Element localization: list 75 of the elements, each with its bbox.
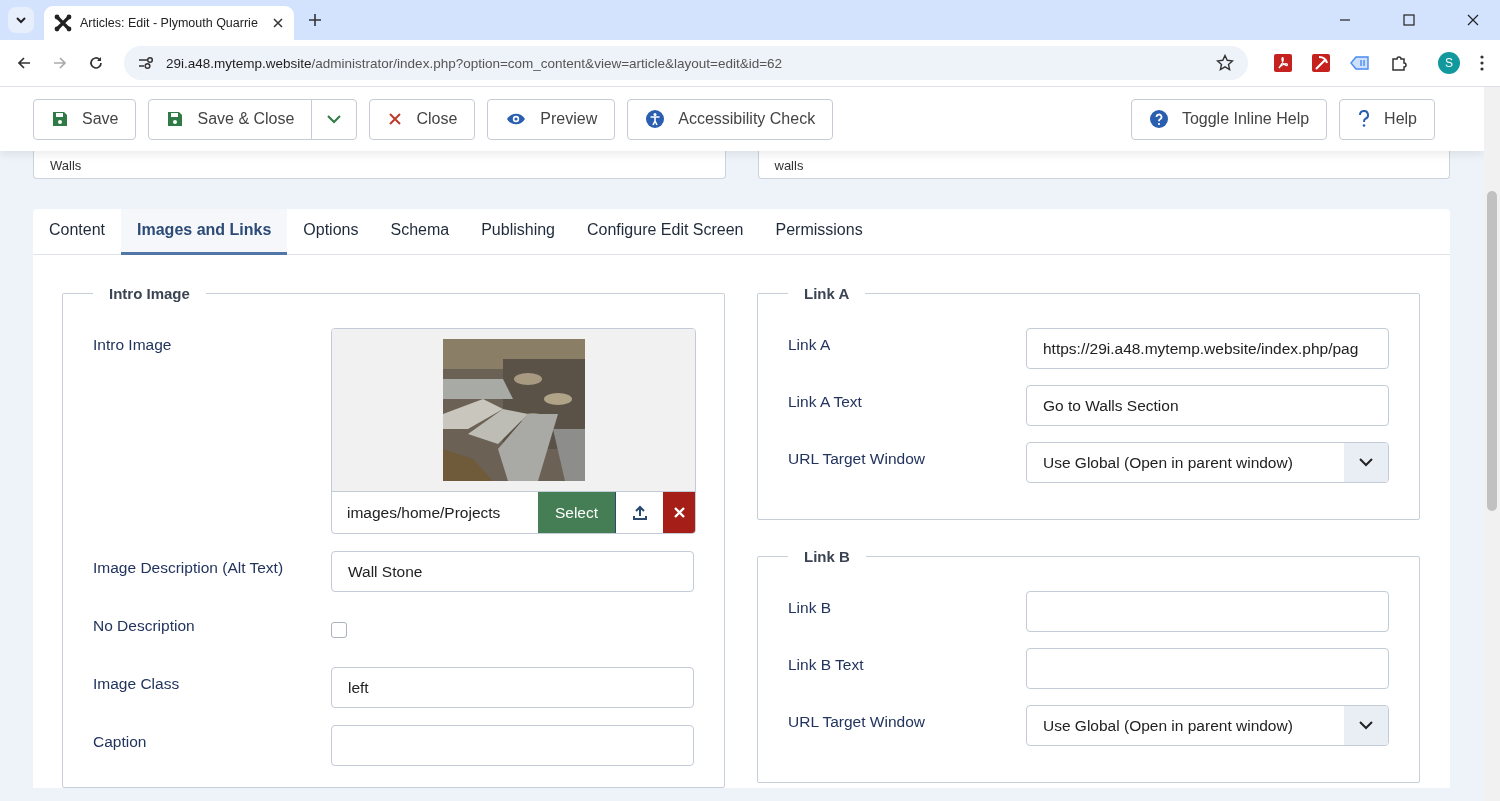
- image-path-field[interactable]: images/home/Projects: [332, 492, 538, 533]
- help-button[interactable]: Help: [1339, 98, 1435, 140]
- field-label: Image Class: [93, 674, 181, 694]
- tab[interactable]: Schema: [374, 209, 466, 255]
- site-settings-icon[interactable]: [138, 56, 154, 70]
- select-button[interactable]: Select: [538, 492, 615, 533]
- select-field[interactable]: Use Global (Open in parent window): [1026, 705, 1389, 746]
- preview-button[interactable]: Preview: [487, 98, 616, 140]
- title-field[interactable]: walls: [757, 151, 1450, 179]
- accessibility-button[interactable]: Accessibility Check: [627, 98, 834, 140]
- input-field[interactable]: [1026, 591, 1389, 632]
- field-label: Intro Image: [93, 335, 173, 355]
- scrollbar[interactable]: [1484, 87, 1500, 801]
- title-field[interactable]: Walls: [33, 151, 726, 179]
- input-field[interactable]: [331, 725, 694, 766]
- reload-icon[interactable]: [88, 55, 104, 71]
- tab[interactable]: Configure Edit Screen: [571, 209, 760, 255]
- remove-button[interactable]: [663, 492, 695, 533]
- save-button[interactable]: Save: [33, 98, 137, 140]
- input-field[interactable]: left: [331, 667, 694, 708]
- accessibility-icon: [646, 110, 665, 128]
- pickaxe-icon[interactable]: [1312, 54, 1330, 72]
- upload-icon: [631, 504, 648, 521]
- fieldset-legend: Link A: [788, 285, 866, 302]
- save-icon: [167, 111, 184, 127]
- browser-tab[interactable]: Articles: Edit - Plymouth Quarrie: [44, 6, 294, 40]
- tab[interactable]: Content: [33, 209, 122, 255]
- tab[interactable]: Options: [287, 209, 375, 255]
- close-icon[interactable]: [272, 17, 284, 29]
- fieldset-legend: Intro Image: [93, 285, 206, 302]
- pdf-icon[interactable]: [1274, 54, 1292, 72]
- input-field[interactable]: https://29i.a48.mytemp.website/index.php/pag: [1026, 328, 1389, 369]
- maximize-icon[interactable]: [1402, 13, 1416, 27]
- inline-help-button[interactable]: Toggle Inline Help: [1130, 98, 1328, 140]
- field-label: URL Target Window: [788, 712, 926, 732]
- save-close-button[interactable]: Save & Close: [148, 98, 313, 140]
- url-text: 29i.a48.mytemp.website/administrator/index.php?option=com_content&view=article&layout=edit&id=62: [166, 55, 783, 71]
- fieldset-legend: Link B: [788, 548, 866, 565]
- tab-list-button[interactable]: [8, 7, 34, 33]
- field-label: Link A: [788, 335, 832, 355]
- field-label: Caption: [93, 732, 148, 752]
- close-icon: [673, 507, 685, 518]
- chevron-down-icon: [15, 16, 27, 24]
- input-field[interactable]: Go to Walls Section: [1026, 385, 1389, 426]
- field-label: Link B: [788, 598, 833, 618]
- field-label: No Description: [93, 616, 196, 636]
- tag-icon[interactable]: [1350, 55, 1370, 71]
- more-icon[interactable]: [1480, 55, 1484, 71]
- puzzle-icon[interactable]: [1390, 54, 1408, 72]
- new-tab-icon[interactable]: [308, 13, 322, 27]
- close-icon: [388, 112, 403, 126]
- help-icon: [1149, 110, 1168, 128]
- field-label: Link B Text: [788, 655, 865, 675]
- chevron-down-icon: [1359, 721, 1373, 730]
- close-icon[interactable]: [1466, 13, 1480, 27]
- tab[interactable]: Publishing: [465, 209, 571, 255]
- input-field[interactable]: [1026, 648, 1389, 689]
- tab[interactable]: Images and Links: [121, 209, 288, 255]
- save-icon: [52, 111, 68, 127]
- star-icon[interactable]: [1216, 54, 1234, 72]
- checkbox[interactable]: [331, 621, 347, 638]
- tab[interactable]: Permissions: [759, 209, 879, 255]
- address-bar[interactable]: 29i.a48.mytemp.website/administrator/index.php?option=com_content&view=article&layout=edit&id=62: [124, 46, 1248, 80]
- tab-title: Articles: Edit - Plymouth Quarrie: [80, 16, 259, 30]
- close-button[interactable]: Close: [369, 98, 476, 140]
- field-label: Image Description (Alt Text): [93, 558, 285, 578]
- chevron-down-icon: [1359, 458, 1373, 467]
- chevron-down-icon: [327, 114, 342, 124]
- question-icon: [1358, 110, 1371, 128]
- eye-icon: [506, 112, 527, 126]
- select-field[interactable]: Use Global (Open in parent window): [1026, 442, 1389, 483]
- field-label: URL Target Window: [788, 449, 926, 469]
- field-label: Link A Text: [788, 392, 863, 412]
- input-field[interactable]: Wall Stone: [331, 551, 694, 592]
- back-icon[interactable]: [16, 55, 32, 71]
